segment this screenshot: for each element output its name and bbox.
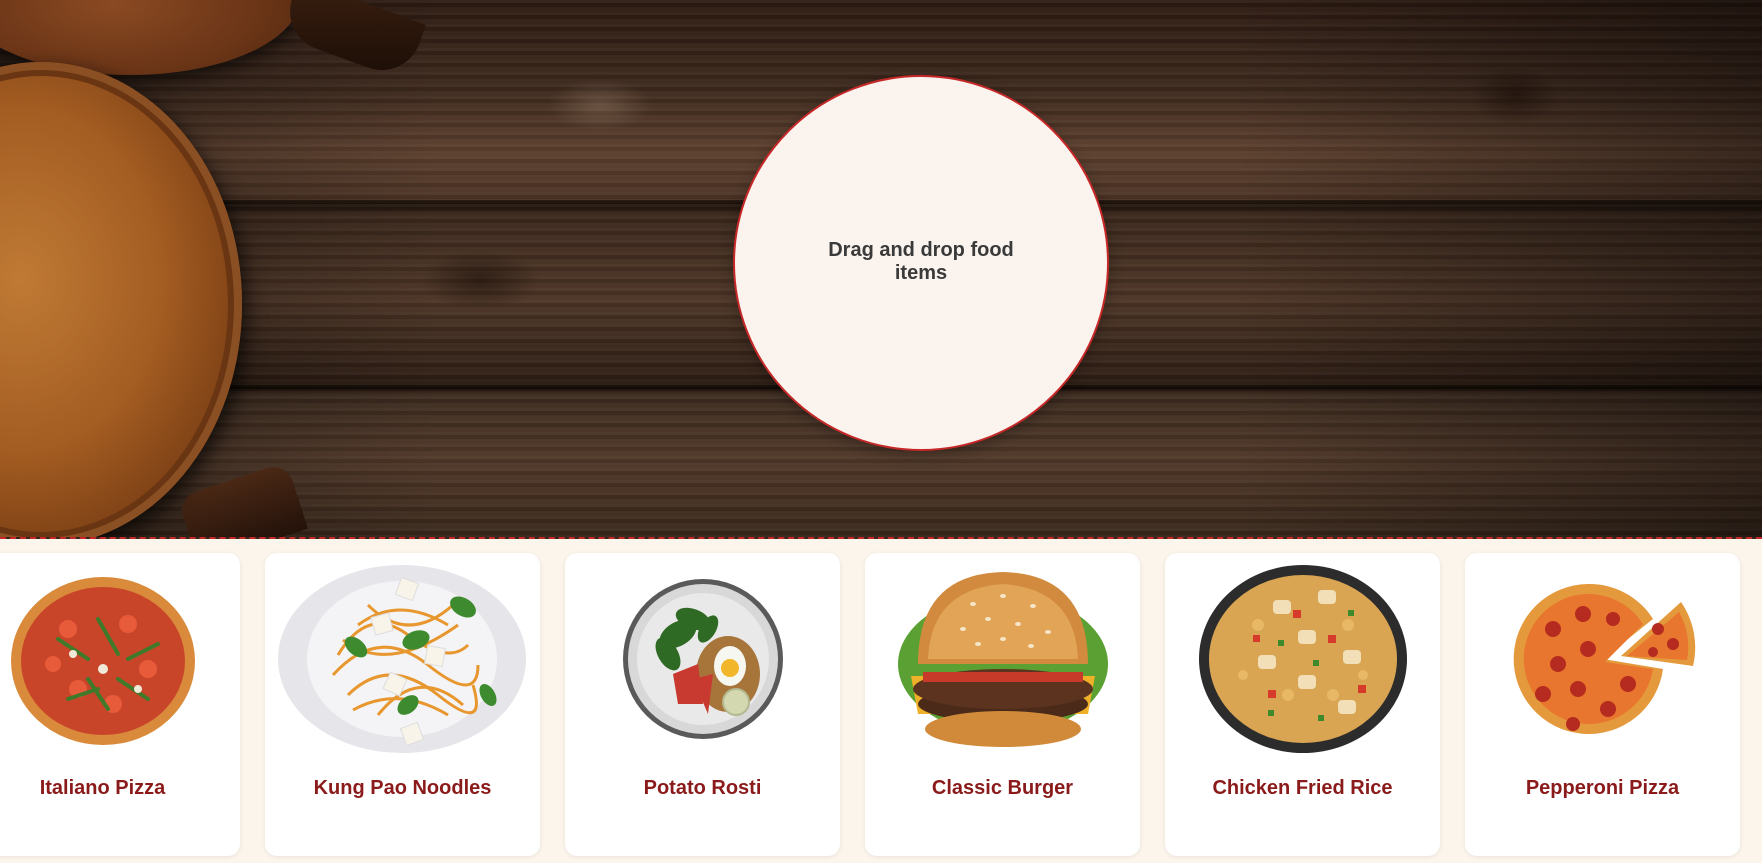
- food-label: Pepperoni Pizza: [1525, 777, 1680, 799]
- food-items-row: Italiano Pizza Kung Pao Noodles Potato R…: [0, 553, 1762, 863]
- food-label: Chicken Fried Rice: [1212, 777, 1393, 799]
- drop-zone-text: Drag and drop food items: [828, 239, 1014, 284]
- food-label: Classic Burger: [931, 777, 1074, 799]
- kung-pao-noodles-icon: [278, 565, 527, 753]
- food-card-chicken-fried-rice[interactable]: Chicken Fried Rice: [1165, 553, 1440, 856]
- food-label: Kung Pao Noodles: [313, 777, 492, 799]
- food-label: Italiano Pizza: [39, 777, 166, 799]
- wooden-table-background: Drag and drop food items: [0, 0, 1762, 539]
- chicken-fried-rice-icon: [1178, 565, 1427, 753]
- food-card-kung-pao-noodles[interactable]: Kung Pao Noodles: [265, 553, 540, 856]
- potato-rosti-icon: [578, 565, 827, 753]
- food-card-pepperoni-pizza[interactable]: Pepperoni Pizza: [1465, 553, 1740, 856]
- food-card-italiano-pizza[interactable]: Italiano Pizza: [0, 553, 240, 856]
- drop-zone[interactable]: Drag and drop food items: [733, 75, 1109, 451]
- food-label: Potato Rosti: [643, 777, 762, 799]
- italiano-pizza-icon: [0, 565, 227, 753]
- food-card-potato-rosti[interactable]: Potato Rosti: [565, 553, 840, 856]
- pepperoni-pizza-icon: [1478, 565, 1727, 753]
- food-card-classic-burger[interactable]: Classic Burger: [865, 553, 1140, 856]
- classic-burger-icon: [878, 565, 1127, 753]
